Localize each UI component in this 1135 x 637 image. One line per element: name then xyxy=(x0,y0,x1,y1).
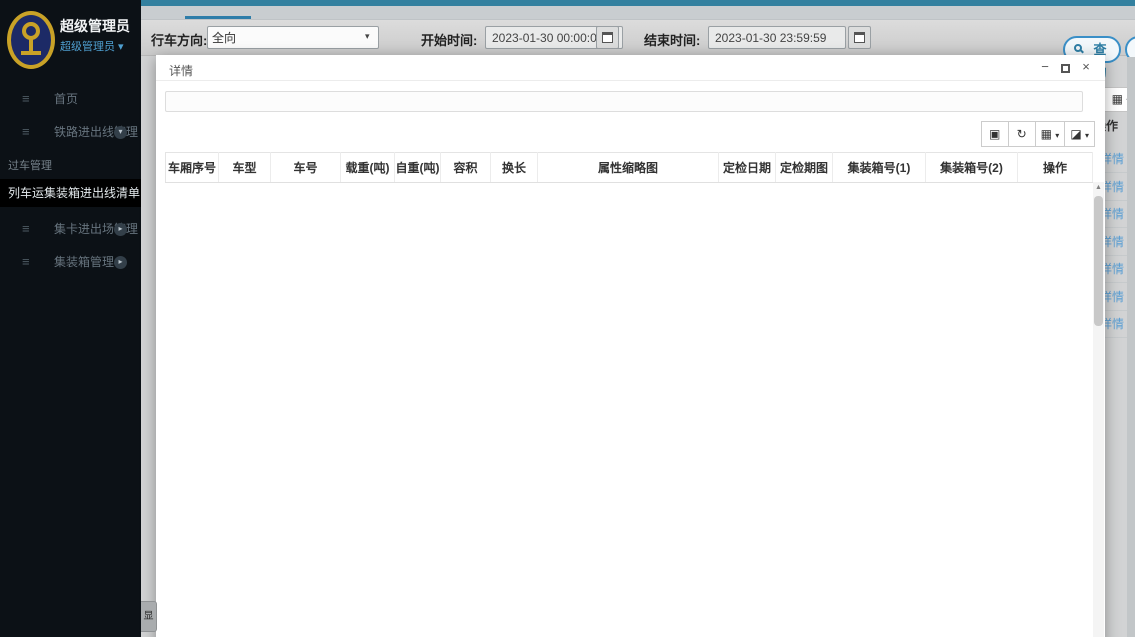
column-header-3: 载重(吨) xyxy=(341,153,395,183)
refresh-button[interactable]: ↻ xyxy=(1008,121,1036,147)
list-icon: ≡ xyxy=(22,119,30,145)
minimize-button[interactable]: − xyxy=(1038,60,1052,74)
column-header-2: 车号 xyxy=(271,153,341,183)
filter-bar: 行车方向: 全向 ▾ 开始时间: 结束时间: xyxy=(141,20,1135,56)
calendar-icon xyxy=(854,32,865,43)
sidebar-item-home[interactable]: ≡ 首页 xyxy=(0,86,141,112)
detail-modal: 详情 − × ▣ ↻ ▦ ▾ ◪ ▾ 车厢序号车型车号载重(吨)自重(吨)容积换… xyxy=(156,55,1105,637)
page-scrollbar[interactable] xyxy=(1127,57,1135,637)
app-title: 超级管理员 xyxy=(60,16,130,36)
column-header-1: 车型 xyxy=(219,153,271,183)
table-header-row: 车厢序号车型车号载重(吨)自重(吨)容积换长属性缩略图定检日期定检期图集装箱号(… xyxy=(166,153,1093,183)
sidebar-item-railway-lines[interactable]: ≡ 铁路进出线管理 ▾ xyxy=(0,119,141,145)
chevron-right-icon: ▸ xyxy=(114,223,127,236)
caret-down-icon: ▾ xyxy=(1055,131,1059,140)
scroll-up-icon[interactable]: ▲ xyxy=(1093,182,1104,193)
end-calendar-button[interactable] xyxy=(848,26,871,49)
search-icon xyxy=(1074,44,1082,52)
column-header-12: 操作 xyxy=(1018,153,1093,183)
direction-select[interactable]: 全向 xyxy=(207,26,379,49)
start-time-label: 开始时间: xyxy=(421,30,477,49)
column-header-4: 自重(吨) xyxy=(395,153,441,183)
column-header-5: 容积 xyxy=(441,153,491,183)
start-calendar-button[interactable] xyxy=(596,26,619,49)
column-header-8: 定检日期 xyxy=(719,153,776,183)
list-icon: ≡ xyxy=(22,249,30,275)
scrollbar-thumb[interactable] xyxy=(1094,196,1103,326)
list-icon: ≡ xyxy=(22,86,30,112)
modal-search-input[interactable] xyxy=(165,91,1083,112)
tab-bar xyxy=(141,6,1135,20)
sidebar-item-train-container-list[interactable]: 列车运集装箱进出线清单 xyxy=(0,179,141,207)
logo-ring xyxy=(22,22,40,40)
columns-button[interactable]: ▦ ▾ xyxy=(1035,121,1066,147)
card-view-button[interactable]: ▣ xyxy=(981,121,1009,147)
sidebar: 超级管理员 超级管理员 ▾ ≡ 首页 ≡ 铁路进出线管理 ▾ 过车管理 列车运集… xyxy=(0,0,141,637)
sidebar-section-label: 过车管理 xyxy=(8,157,52,173)
sidebar-item-truck-gate[interactable]: ≡ 集卡进出场管理 ▸ xyxy=(0,216,141,242)
chevron-down-icon: ▾ xyxy=(114,126,127,139)
logo-base xyxy=(21,51,41,55)
end-time-label: 结束时间: xyxy=(644,30,700,49)
user-menu[interactable]: 超级管理员 ▾ xyxy=(60,38,124,54)
sidebar-item-container-mgmt[interactable]: ≡ 集装箱管理 ▸ xyxy=(0,249,141,275)
direction-label: 行车方向: xyxy=(151,30,207,49)
column-header-11: 集装箱号(2) xyxy=(926,153,1018,183)
close-button[interactable]: × xyxy=(1079,60,1093,74)
table-wrap: 车厢序号车型车号载重(吨)自重(吨)容积换长属性缩略图定检日期定检期图集装箱号(… xyxy=(165,152,1093,183)
modal-table-scrollbar[interactable]: ▲ ▼ xyxy=(1093,182,1104,637)
chevron-right-icon: ▸ xyxy=(114,256,127,269)
column-header-6: 换长 xyxy=(491,153,538,183)
maximize-button[interactable] xyxy=(1061,64,1070,73)
column-header-0: 车厢序号 xyxy=(166,153,219,183)
detail-table: 车厢序号车型车号载重(吨)自重(吨)容积换长属性缩略图定检日期定检期图集装箱号(… xyxy=(165,152,1093,183)
modal-toolbar: ▣ ↻ ▦ ▾ ◪ ▾ xyxy=(982,121,1095,147)
caret-down-icon: ▾ xyxy=(1085,131,1089,140)
column-header-10: 集装箱号(1) xyxy=(833,153,926,183)
end-time-input[interactable] xyxy=(708,26,846,49)
railway-logo-icon xyxy=(7,11,55,69)
show-panel-handle[interactable]: 显 xyxy=(141,601,157,632)
column-header-9: 定检期图 xyxy=(776,153,833,183)
calendar-icon xyxy=(602,32,613,43)
export-button[interactable]: ◪ ▾ xyxy=(1064,121,1095,147)
modal-header: 详情 − × xyxy=(156,55,1105,81)
list-icon: ≡ xyxy=(22,216,30,242)
column-header-7: 属性缩略图 xyxy=(538,153,719,183)
modal-title: 详情 xyxy=(169,62,193,79)
active-tab-indicator xyxy=(185,16,251,19)
